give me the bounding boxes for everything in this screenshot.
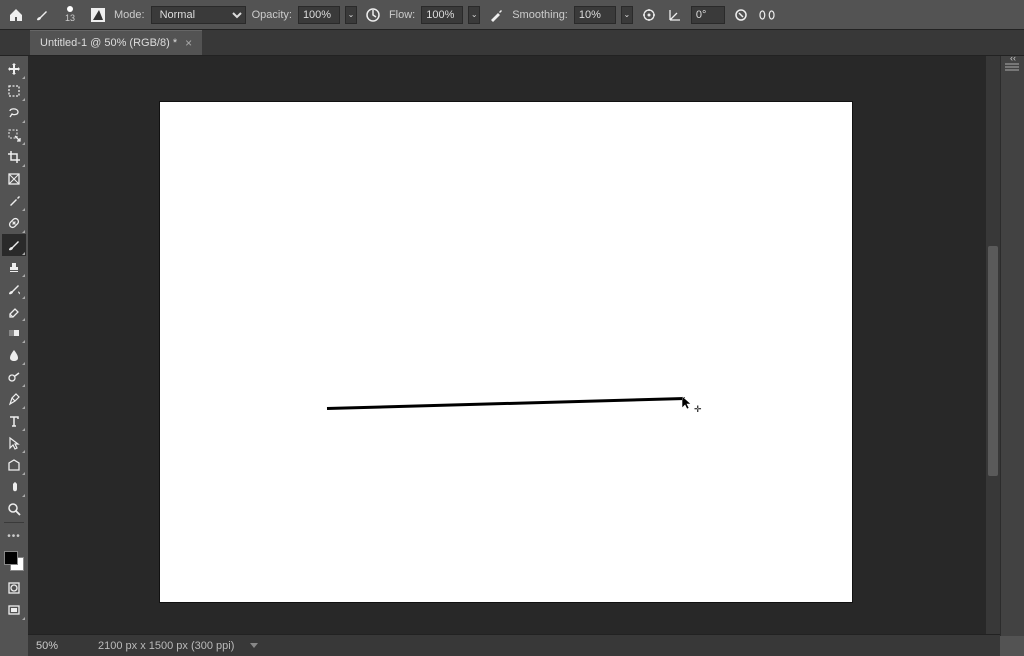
opacity-dropdown[interactable]: ⌄	[345, 6, 357, 24]
history-brush-tool[interactable]	[2, 278, 26, 300]
blur-tool[interactable]	[2, 344, 26, 366]
canvas[interactable]: ✛	[160, 102, 852, 602]
quick-select-tool[interactable]	[2, 124, 26, 146]
tools-panel: •••	[0, 56, 28, 621]
move-tool[interactable]	[2, 58, 26, 80]
document-info[interactable]: 2100 px x 1500 px (300 ppi)	[98, 640, 234, 652]
angle-icon	[665, 5, 685, 25]
brush-size-value: 13	[65, 13, 75, 23]
opacity-label: Opacity:	[252, 9, 292, 21]
zoom-tool[interactable]	[2, 498, 26, 520]
precision-cursor-icon: ✛	[694, 404, 702, 415]
marquee-tool[interactable]	[2, 80, 26, 102]
healing-tool[interactable]	[2, 212, 26, 234]
status-menu-icon[interactable]	[250, 643, 258, 648]
flow-field[interactable]: 100%	[421, 6, 463, 24]
lasso-tool[interactable]	[2, 102, 26, 124]
hand-tool[interactable]	[2, 476, 26, 498]
flow-label: Flow:	[389, 9, 415, 21]
symmetry-icon[interactable]	[757, 5, 777, 25]
quick-mask-icon[interactable]	[2, 577, 26, 599]
gradient-tool[interactable]	[2, 322, 26, 344]
workspace: ✛	[28, 56, 1000, 634]
vertical-scrollbar[interactable]	[986, 56, 1000, 634]
scrollbar-thumb[interactable]	[988, 246, 998, 476]
shape-tool[interactable]	[2, 454, 26, 476]
screen-mode-icon[interactable]	[2, 599, 26, 621]
eraser-tool[interactable]	[2, 300, 26, 322]
smoothing-field[interactable]: 10%	[574, 6, 616, 24]
brush-stroke	[327, 397, 685, 410]
zoom-field[interactable]: 50%	[36, 640, 86, 652]
pressure-opacity-icon[interactable]	[363, 5, 383, 25]
document-tab-bar: Untitled-1 @ 50% (RGB/8) * ×	[0, 30, 1024, 56]
cursor-icon	[682, 396, 693, 410]
collapse-panels-icon[interactable]: ‹‹	[1006, 54, 1020, 62]
brush-settings-icon[interactable]	[88, 5, 108, 25]
document-tab[interactable]: Untitled-1 @ 50% (RGB/8) * ×	[30, 30, 202, 55]
pen-tool[interactable]	[2, 388, 26, 410]
stamp-tool[interactable]	[2, 256, 26, 278]
pressure-size-icon[interactable]	[731, 5, 751, 25]
options-bar: 13 Mode: Normal Opacity: 100% ⌄ Flow: 100…	[0, 0, 1024, 30]
flow-dropdown[interactable]: ⌄	[468, 6, 480, 24]
panel-grip-icon[interactable]	[1005, 62, 1021, 72]
type-tool[interactable]	[2, 410, 26, 432]
mode-label: Mode:	[114, 9, 145, 21]
angle-field[interactable]: 0°	[691, 6, 725, 24]
smoothing-options-icon[interactable]	[639, 5, 659, 25]
smoothing-label: Smoothing:	[512, 9, 568, 21]
smoothing-dropdown[interactable]: ⌄	[621, 6, 633, 24]
edit-toolbar-icon[interactable]: •••	[2, 525, 26, 547]
document-tab-title: Untitled-1 @ 50% (RGB/8) *	[40, 37, 177, 49]
status-bar: 50% 2100 px x 1500 px (300 ppi)	[28, 634, 1000, 656]
crop-tool[interactable]	[2, 146, 26, 168]
dodge-tool[interactable]	[2, 366, 26, 388]
airbrush-icon[interactable]	[486, 5, 506, 25]
brush-dot-icon	[67, 6, 73, 12]
path-select-tool[interactable]	[2, 432, 26, 454]
foreground-color[interactable]	[4, 551, 18, 565]
frame-tool[interactable]	[2, 168, 26, 190]
brush-tool-icon[interactable]	[32, 5, 52, 25]
opacity-field[interactable]: 100%	[298, 6, 340, 24]
brush-tool[interactable]	[2, 234, 26, 256]
blend-mode-select[interactable]: Normal	[151, 6, 246, 24]
close-icon[interactable]: ×	[185, 36, 192, 50]
panel-dock: ‹‹	[1000, 56, 1024, 636]
home-icon[interactable]	[6, 5, 26, 25]
canvas-viewport[interactable]: ✛	[32, 60, 986, 630]
color-swatch[interactable]	[4, 551, 24, 571]
eyedropper-tool[interactable]	[2, 190, 26, 212]
brush-size-preset[interactable]: 13	[58, 6, 82, 23]
